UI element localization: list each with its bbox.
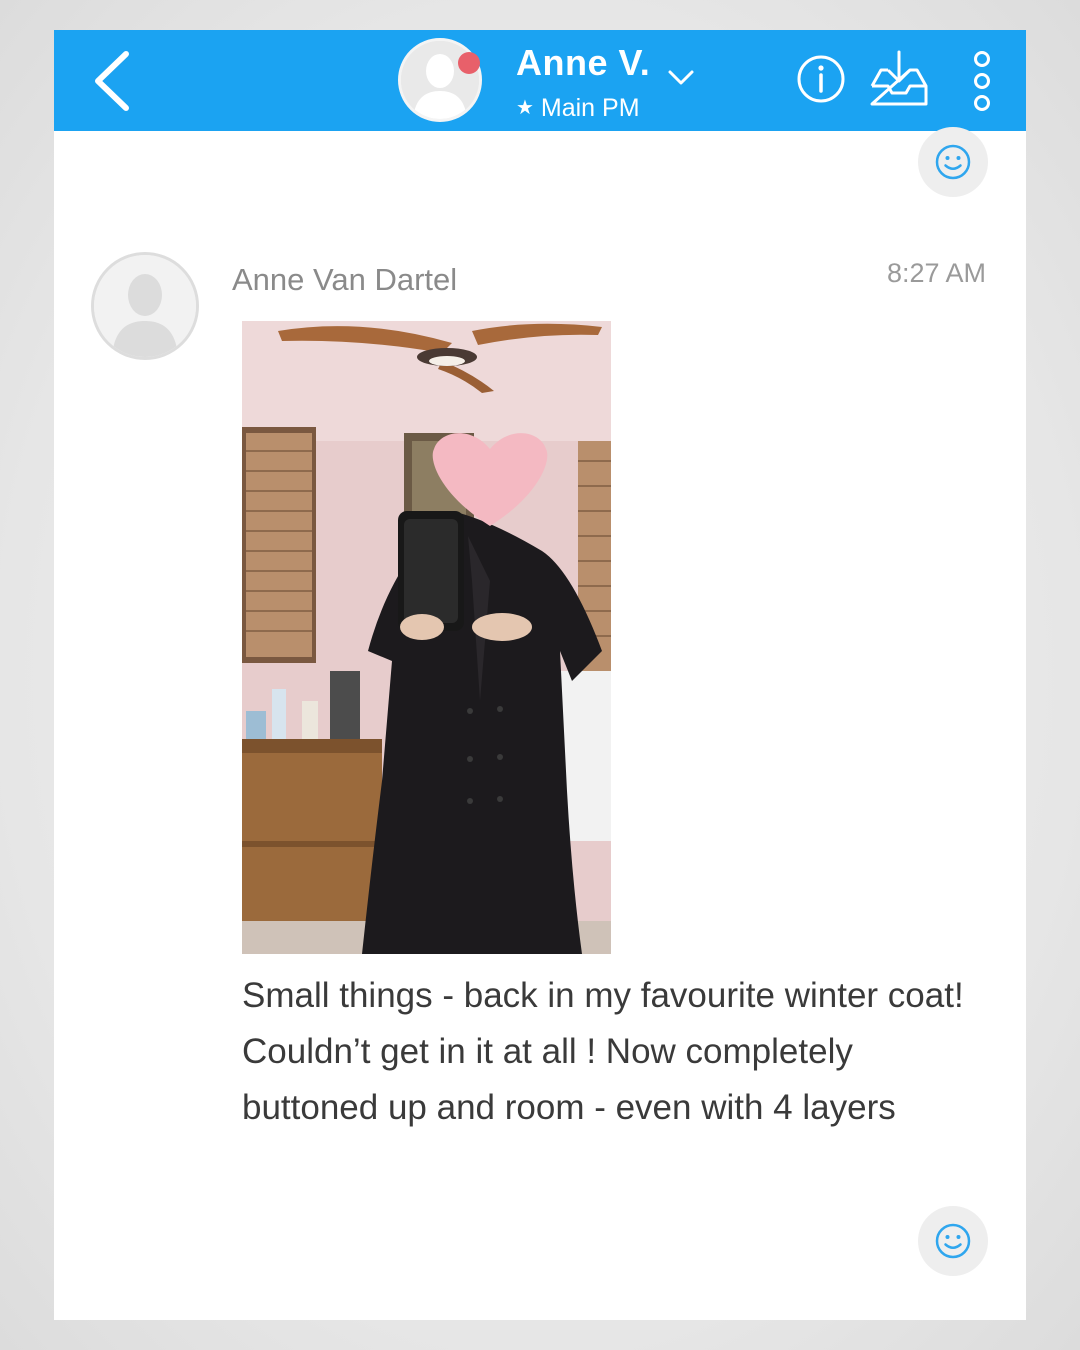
smiley-icon <box>935 144 971 180</box>
contact-name[interactable]: Anne V. <box>516 42 650 84</box>
presence-dot <box>458 52 480 74</box>
message-time: 8:27 AM <box>886 258 986 288</box>
message-text: Small things - back in my favourite wint… <box>242 976 964 1127</box>
contact-menu-toggle[interactable] <box>666 66 696 90</box>
inbox-download-icon <box>870 50 928 106</box>
info-button[interactable] <box>796 54 846 104</box>
message-photo[interactable] <box>242 321 611 954</box>
info-icon <box>797 55 845 103</box>
add-reaction-button[interactable] <box>918 127 988 197</box>
chat-screen: Anne V. ★ Main PM Anne Van Dartel 8:27 A… <box>54 30 1026 1320</box>
more-options-button[interactable] <box>970 50 994 112</box>
conversation-subtitle: ★ Main PM <box>516 94 640 123</box>
back-button[interactable] <box>88 48 140 114</box>
smiley-icon <box>935 1223 971 1259</box>
back-chevron-icon <box>95 51 129 111</box>
avatar-placeholder-icon <box>94 255 196 357</box>
more-vertical-icon <box>974 51 990 111</box>
sender-avatar[interactable] <box>91 252 199 360</box>
message-sender: Anne Van Dartel <box>232 262 458 297</box>
subtitle-text: Main PM <box>540 94 640 122</box>
star-icon: ★ <box>516 97 534 119</box>
add-reaction-button[interactable] <box>918 1206 988 1276</box>
chevron-down-icon <box>668 70 694 85</box>
photo-image <box>242 321 611 954</box>
contact-avatar[interactable] <box>398 38 482 122</box>
chat-header: Anne V. ★ Main PM <box>54 30 1026 131</box>
inbox-button[interactable] <box>868 48 930 110</box>
